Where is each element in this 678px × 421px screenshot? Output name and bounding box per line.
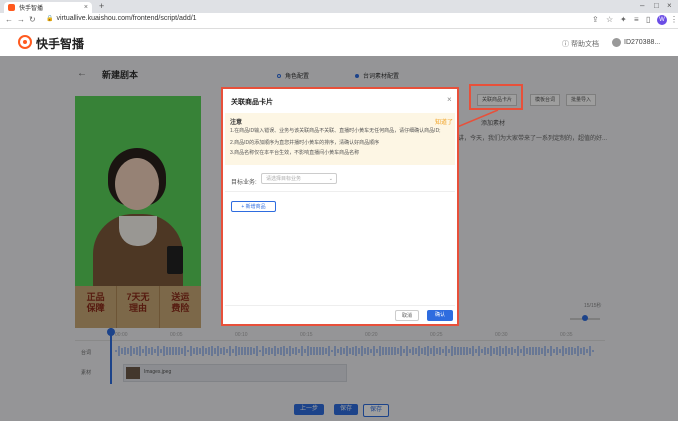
close-window-icon[interactable]: × <box>667 1 672 10</box>
share-icon[interactable]: ⇪ <box>592 15 599 24</box>
add-product-button[interactable]: + 新增商品 <box>231 201 276 212</box>
notice-line: 3.商品名称仅在本平台生效，不影响直播间小黄车商品名称 <box>230 150 360 156</box>
profile-avatar[interactable]: W <box>657 15 667 25</box>
reading-list-icon[interactable]: ≡ <box>634 15 639 24</box>
forward-icon[interactable]: → <box>17 15 25 24</box>
app-header: 快手智播 ⓘ 帮助文档 ID270388... <box>0 29 678 56</box>
kuaishou-favicon-icon <box>8 4 15 11</box>
new-tab-icon[interactable]: + <box>99 1 104 11</box>
user-menu[interactable]: ID270388... <box>612 38 660 47</box>
extensions-icon[interactable]: ✦ <box>620 15 627 24</box>
url-field[interactable]: 🔒 virtuallive.kuaishou.com/frontend/scrip… <box>46 15 197 22</box>
close-tab-icon[interactable]: × <box>84 4 88 11</box>
notice-line: 2.商品ID的添加顺序为直您并播时小黄车的排序，清确认好商品顺序 <box>230 140 380 146</box>
help-docs-link[interactable]: ⓘ 帮助文档 <box>562 39 599 49</box>
browser-tab[interactable]: 快手智播 × <box>4 2 92 13</box>
divider <box>225 305 455 306</box>
kuaishou-logo-icon <box>18 35 32 49</box>
divider <box>225 191 455 192</box>
browser-tab-bar: 快手智播 × + – □ × <box>0 0 678 13</box>
bookmark-star-icon[interactable]: ☆ <box>606 15 613 24</box>
notice-dismiss-link[interactable]: 知道了 <box>435 117 453 126</box>
tab-title: 快手智播 <box>19 6 44 12</box>
chevron-down-icon: ⌄ <box>328 176 333 182</box>
app-logo-text: 快手智播 <box>36 37 85 51</box>
lock-icon: 🔒 <box>46 16 54 22</box>
annotation-highlight-box <box>469 84 523 110</box>
url-text: virtuallive.kuaishou.com/frontend/script… <box>56 15 197 22</box>
address-bar: ← → ↻ 🔒 virtuallive.kuaishou.com/frontend… <box>0 13 678 29</box>
modal-title: 关联商品卡片 <box>231 99 273 106</box>
maximize-icon[interactable]: □ <box>654 1 659 10</box>
menu-icon[interactable]: ⋮ <box>670 15 678 24</box>
sidebar-icon[interactable]: ▯ <box>646 15 650 24</box>
minimize-icon[interactable]: – <box>640 1 644 10</box>
avatar <box>612 38 621 47</box>
reload-icon[interactable]: ↻ <box>29 15 36 24</box>
notice-title: 注意 <box>230 120 243 126</box>
notice-box: 注意 知道了 1.在商品ID输入错误、业务与该关联商品不关联、直播时小黄车无任何… <box>225 113 455 165</box>
associate-product-modal: 关联商品卡片 × 注意 知道了 1.在商品ID输入错误、业务与该关联商品不关联、… <box>221 87 459 326</box>
close-icon[interactable]: × <box>447 95 452 104</box>
target-business-label: 目标业务: <box>231 180 257 186</box>
cancel-button[interactable]: 取消 <box>395 310 419 321</box>
confirm-button[interactable]: 确认 <box>427 310 453 321</box>
target-business-select[interactable]: 请选择目标业务 ⌄ <box>261 173 337 184</box>
notice-line: 1.在商品ID输入错误、业务与该关联商品不关联、直播时小黄车无任何商品，请仔细确… <box>230 128 441 134</box>
back-icon[interactable]: ← <box>5 15 13 24</box>
